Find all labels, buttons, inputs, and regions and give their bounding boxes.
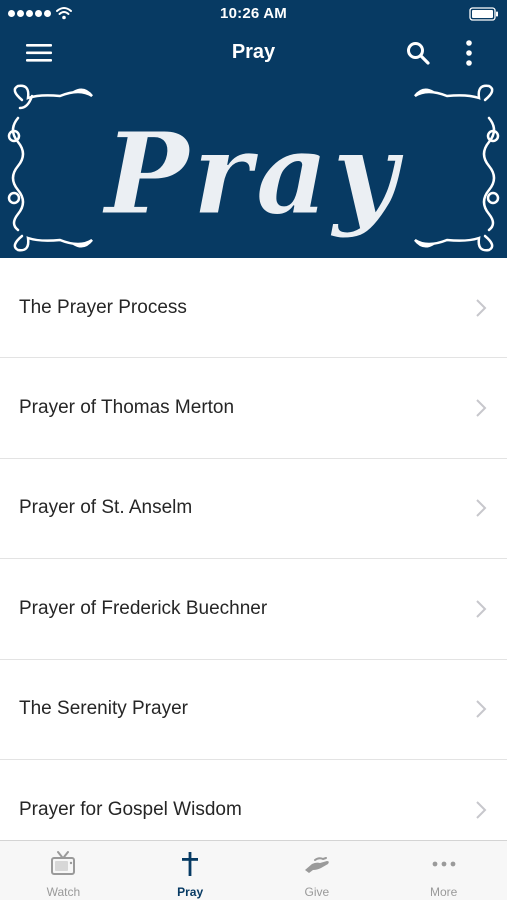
hand-icon <box>304 857 329 873</box>
list-item-label: The Serenity Prayer <box>19 698 188 720</box>
cross-icon <box>182 852 199 876</box>
list-item[interactable]: The Serenity Prayer <box>0 660 507 760</box>
tab-watch[interactable]: Watch <box>0 841 127 900</box>
chevron-right-icon <box>476 298 487 317</box>
status-time: 10:26 AM <box>220 5 287 22</box>
ornament-top-left <box>13 84 93 102</box>
tv-icon <box>51 851 76 875</box>
search-icon[interactable] <box>405 40 431 66</box>
chevron-right-icon <box>476 499 487 518</box>
tab-bar: Watch Pray Give More <box>0 840 507 900</box>
list-item-label: The Prayer Process <box>19 296 187 318</box>
pray-banner: Pray <box>7 84 500 252</box>
list-item-label: Prayer of St. Anselm <box>19 497 193 519</box>
tab-give[interactable]: Give <box>254 841 381 900</box>
battery-icon <box>469 7 498 21</box>
tab-more[interactable]: More <box>380 841 507 900</box>
ornament-bottom-left <box>13 234 93 252</box>
nav-bar: Pray <box>0 28 507 78</box>
chevron-right-icon <box>476 600 487 618</box>
vertical-dots-icon[interactable] <box>459 38 479 68</box>
list-item-label: Prayer for Gospel Wisdom <box>19 798 242 820</box>
chevron-right-icon <box>476 700 487 718</box>
ornament-top-right <box>414 84 494 102</box>
list-item[interactable]: Prayer of Thomas Merton <box>0 358 507 459</box>
tab-label: Watch <box>46 885 81 899</box>
list-item[interactable]: Prayer of St. Anselm <box>0 459 507 560</box>
list-item-label: Prayer of Frederick Buechner <box>19 597 268 619</box>
app-header: 10:26 AM Pray Pray <box>0 0 507 258</box>
tab-pray[interactable]: Pray <box>127 841 254 900</box>
prayer-list: The Prayer Process Prayer of Thomas Mert… <box>0 258 507 840</box>
list-item[interactable]: Prayer for Gospel Wisdom <box>0 760 507 840</box>
chevron-right-icon <box>476 399 487 417</box>
chevron-right-icon <box>476 800 487 819</box>
banner-text: Pray <box>102 109 405 240</box>
horizontal-dots-icon <box>432 861 456 867</box>
tab-label: Pray <box>177 885 204 899</box>
tab-label: Give <box>304 885 330 899</box>
ornament-bottom-right <box>414 234 494 252</box>
list-item[interactable]: Prayer of Frederick Buechner <box>0 559 507 660</box>
status-bar: 10:26 AM <box>0 0 507 28</box>
list-item-label: Prayer of Thomas Merton <box>19 397 235 419</box>
tab-label: More <box>429 885 458 899</box>
list-item[interactable]: The Prayer Process <box>0 258 507 359</box>
